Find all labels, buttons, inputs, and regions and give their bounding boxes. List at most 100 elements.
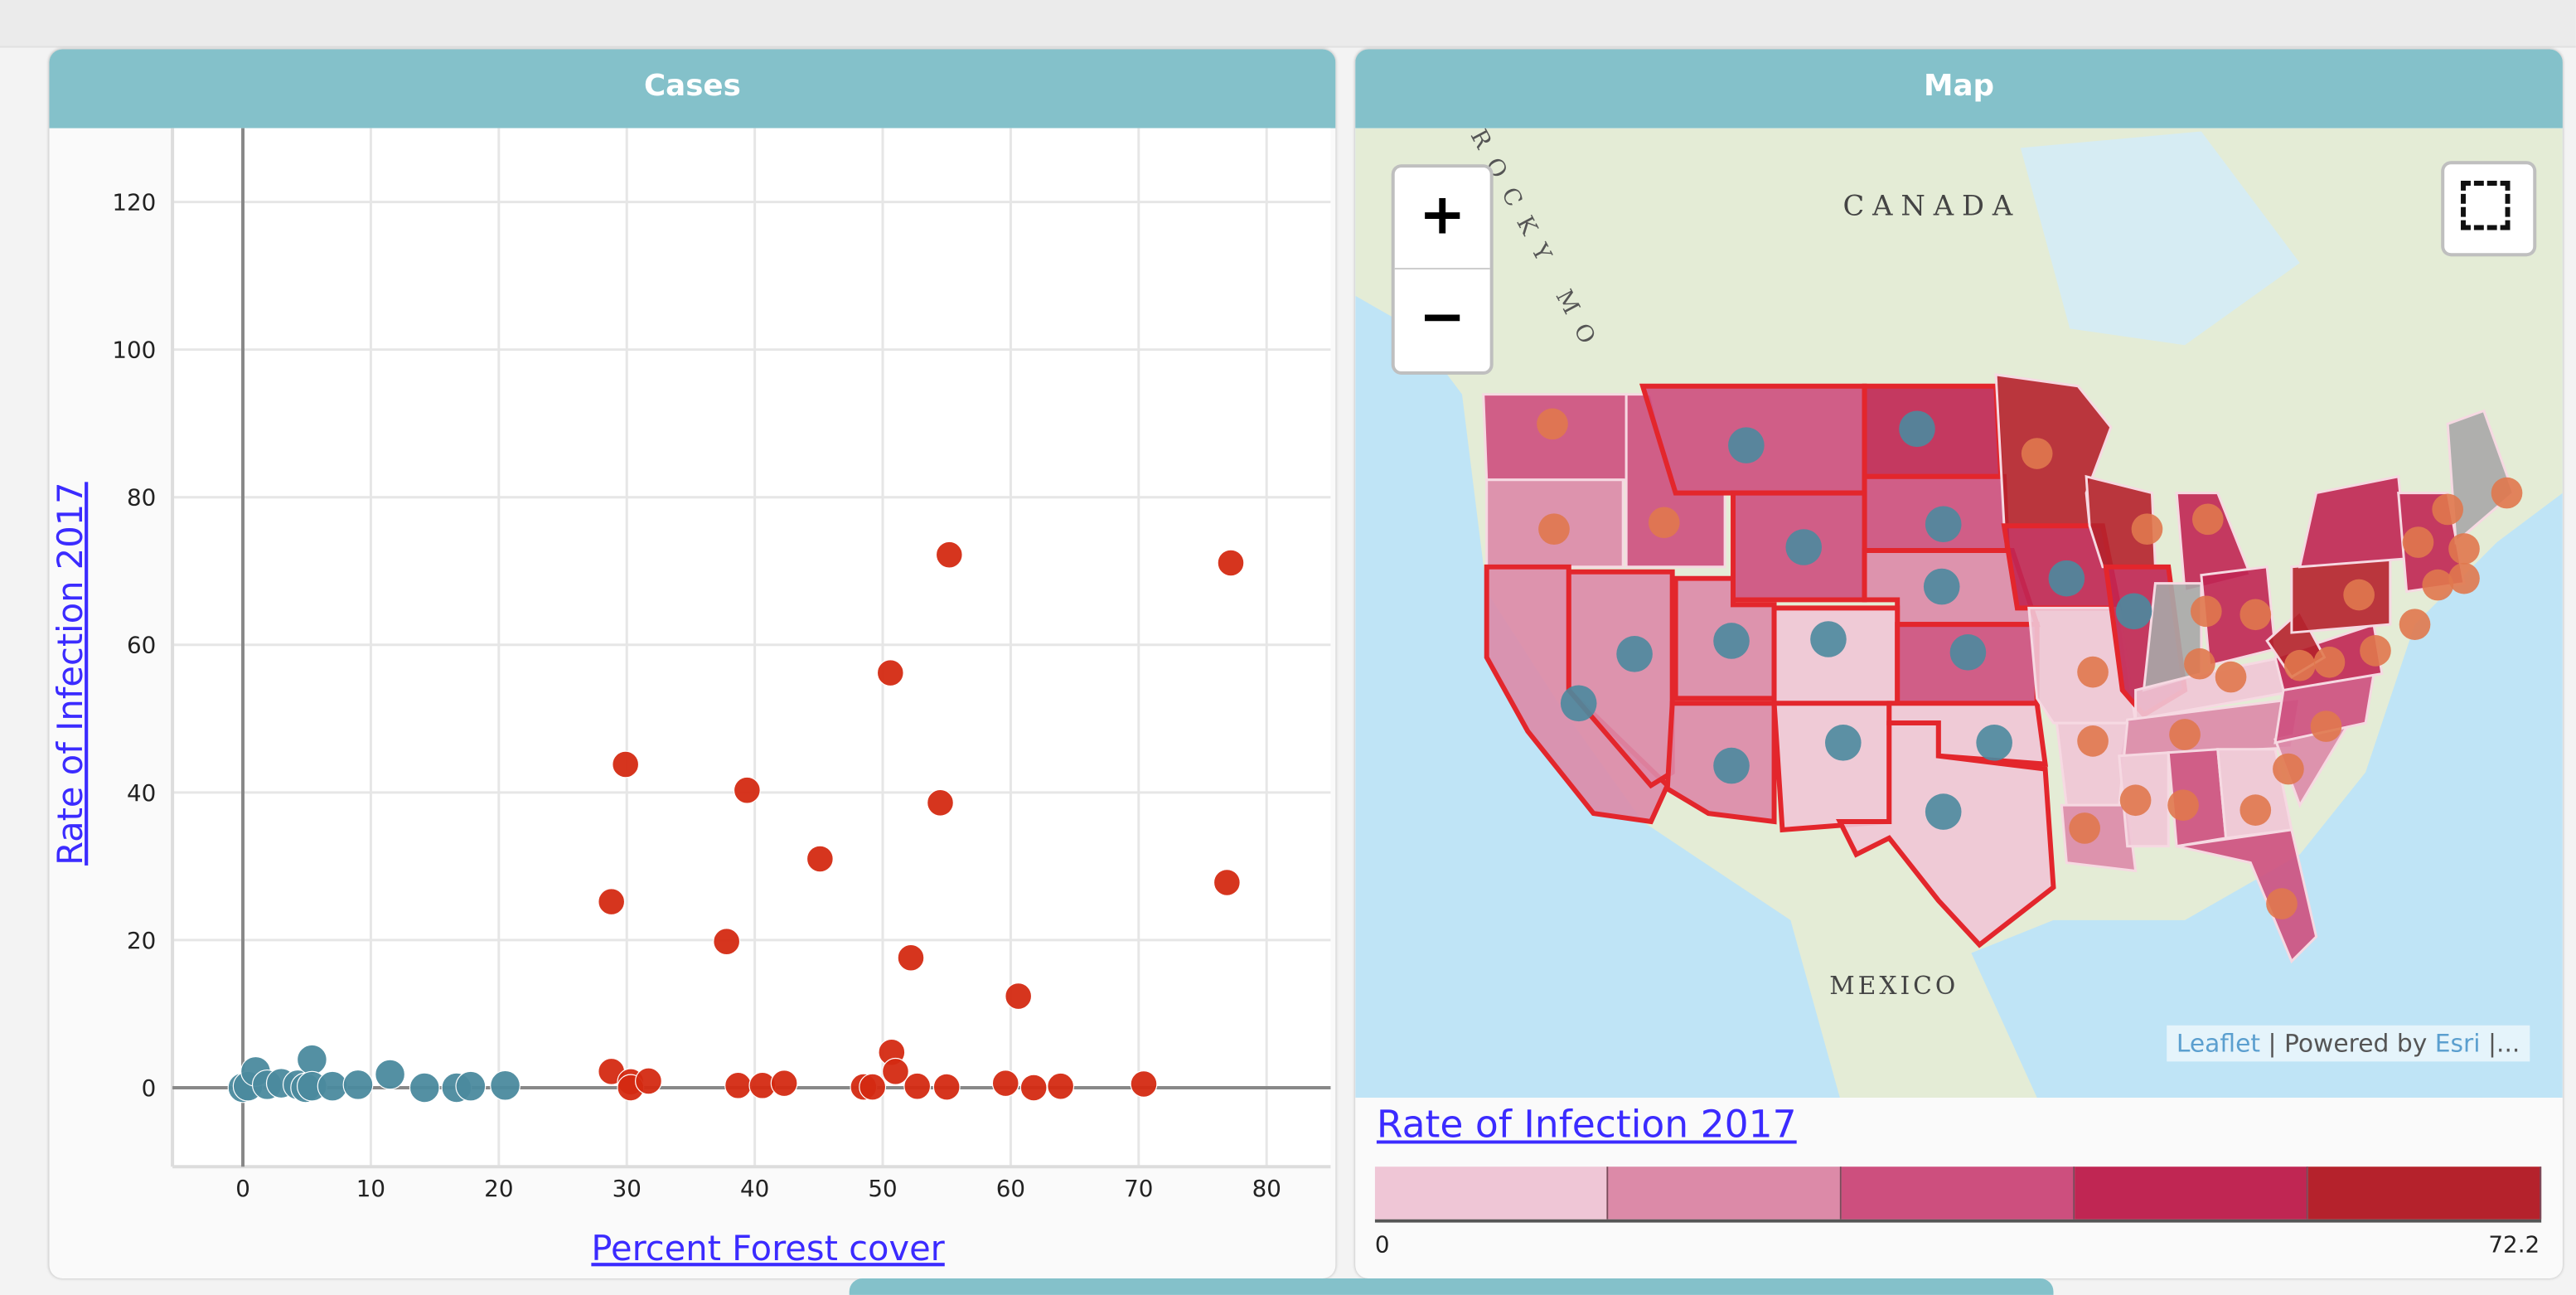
data-point[interactable] xyxy=(770,1069,798,1098)
state-marker[interactable] xyxy=(2239,599,2272,631)
data-point[interactable] xyxy=(806,845,834,873)
data-point[interactable] xyxy=(490,1069,521,1101)
data-point[interactable] xyxy=(612,750,640,778)
zoom-out-button[interactable]: − xyxy=(1395,269,1490,370)
state-marker[interactable] xyxy=(2131,513,2163,546)
state-marker[interactable] xyxy=(2191,503,2224,536)
state-marker[interactable] xyxy=(2048,560,2085,597)
state-marker[interactable] xyxy=(1825,725,1862,761)
state-marker[interactable] xyxy=(1810,621,1847,657)
data-point[interactable] xyxy=(1047,1072,1075,1100)
map-panel-title: Map xyxy=(1355,49,2563,129)
state-marker[interactable] xyxy=(2432,493,2464,526)
map-label-mexico: MEXICO xyxy=(1829,972,1959,1001)
data-point[interactable] xyxy=(882,1057,909,1085)
state-marker[interactable] xyxy=(2422,569,2454,601)
state-marker[interactable] xyxy=(2491,477,2523,509)
map-view[interactable]: CANADA MEXICO ROCKY MO + − Leaflet | Power… xyxy=(1355,128,2563,1098)
state-marker[interactable] xyxy=(2069,812,2100,844)
state-marker[interactable] xyxy=(2169,719,2201,750)
state-marker[interactable] xyxy=(1925,506,1962,543)
data-point[interactable] xyxy=(455,1070,487,1102)
state-marker[interactable] xyxy=(2266,888,2298,919)
state-shape[interactable] xyxy=(1771,701,1892,833)
y-tick-label: 120 xyxy=(112,189,156,216)
data-point[interactable] xyxy=(342,1069,374,1100)
data-point[interactable] xyxy=(724,1071,753,1099)
state-marker[interactable] xyxy=(2448,562,2480,594)
data-point[interactable] xyxy=(733,776,761,804)
zoom-in-button[interactable]: + xyxy=(1394,167,1490,270)
state-marker[interactable] xyxy=(1925,793,1962,830)
data-point[interactable] xyxy=(1213,869,1241,896)
data-point[interactable] xyxy=(897,943,925,972)
x-tick-label: 50 xyxy=(868,1175,897,1202)
data-point[interactable] xyxy=(317,1070,348,1102)
state-marker[interactable] xyxy=(1648,507,1680,539)
state-marker[interactable] xyxy=(2184,648,2215,680)
state-marker[interactable] xyxy=(2077,656,2109,688)
state-marker[interactable] xyxy=(2119,784,2152,817)
data-point[interactable] xyxy=(409,1072,440,1103)
state-marker[interactable] xyxy=(2167,789,2199,822)
leaflet-link[interactable]: Leaflet xyxy=(2177,1029,2260,1059)
state-marker[interactable] xyxy=(1976,725,2012,761)
state-marker[interactable] xyxy=(2402,526,2434,558)
data-point[interactable] xyxy=(935,541,963,569)
state-marker[interactable] xyxy=(1713,623,1750,659)
state-marker[interactable] xyxy=(1899,410,1935,448)
y-axis-label[interactable]: Rate of Infection 2017 xyxy=(50,482,90,866)
data-point[interactable] xyxy=(713,928,741,956)
state-marker[interactable] xyxy=(1949,634,1987,671)
data-point[interactable] xyxy=(296,1044,327,1075)
data-point[interactable] xyxy=(859,1073,887,1101)
attribution-text: | Powered by xyxy=(2260,1028,2435,1059)
data-point[interactable] xyxy=(927,788,954,817)
data-point[interactable] xyxy=(1005,982,1033,1011)
state-marker[interactable] xyxy=(2310,711,2342,742)
state-shape[interactable] xyxy=(2290,557,2392,634)
data-point[interactable] xyxy=(375,1059,406,1090)
state-marker[interactable] xyxy=(2273,753,2304,785)
data-point[interactable] xyxy=(991,1069,1019,1098)
zoom-control: + − xyxy=(1391,164,1494,375)
state-marker[interactable] xyxy=(2215,661,2247,693)
choropleth-map[interactable]: CANADAMEXICOROCKY MO xyxy=(1355,128,2563,1098)
data-point[interactable] xyxy=(1019,1074,1048,1102)
state-marker[interactable] xyxy=(2115,593,2152,630)
state-marker[interactable] xyxy=(1785,529,1823,565)
data-point[interactable] xyxy=(1217,549,1245,577)
state-marker[interactable] xyxy=(2190,595,2222,628)
state-marker[interactable] xyxy=(2448,533,2480,565)
state-marker[interactable] xyxy=(1560,685,1597,722)
x-axis-label[interactable]: Percent Forest cover xyxy=(591,1228,945,1268)
state-marker[interactable] xyxy=(1713,747,1750,784)
state-marker[interactable] xyxy=(1923,568,1960,605)
dashed-rectangle-select-icon xyxy=(2461,181,2511,230)
state-marker[interactable] xyxy=(2399,609,2431,640)
data-point[interactable] xyxy=(635,1067,662,1095)
y-tick-label: 80 xyxy=(127,484,156,512)
state-marker[interactable] xyxy=(2313,646,2346,678)
data-point[interactable] xyxy=(903,1072,932,1100)
state-marker[interactable] xyxy=(1616,636,1653,672)
scatter-chart: 0 10 20 30 40 50 60 70 80 0 20 40 60 80 100 120 Percent … xyxy=(50,128,1331,1268)
state-marker[interactable] xyxy=(2360,635,2391,667)
esri-link[interactable]: Esri xyxy=(2435,1029,2481,1059)
legend-class-swatch xyxy=(2075,1166,2308,1220)
data-point[interactable] xyxy=(876,659,904,687)
state-marker[interactable] xyxy=(2283,649,2316,681)
state-marker[interactable] xyxy=(2021,438,2053,469)
legend-title[interactable]: Rate of Infection 2017 xyxy=(1377,1104,1797,1147)
data-point[interactable] xyxy=(932,1073,961,1101)
data-point[interactable] xyxy=(598,888,626,916)
state-marker[interactable] xyxy=(2077,725,2109,757)
data-point[interactable] xyxy=(1130,1070,1158,1098)
state-marker[interactable] xyxy=(2239,794,2272,826)
state-marker[interactable] xyxy=(1538,513,1570,546)
state-marker[interactable] xyxy=(1728,427,1765,463)
state-marker[interactable] xyxy=(1537,408,1568,440)
select-region-button[interactable] xyxy=(2441,161,2537,257)
state-marker[interactable] xyxy=(2343,579,2375,611)
x-tick-label: 40 xyxy=(740,1175,769,1202)
